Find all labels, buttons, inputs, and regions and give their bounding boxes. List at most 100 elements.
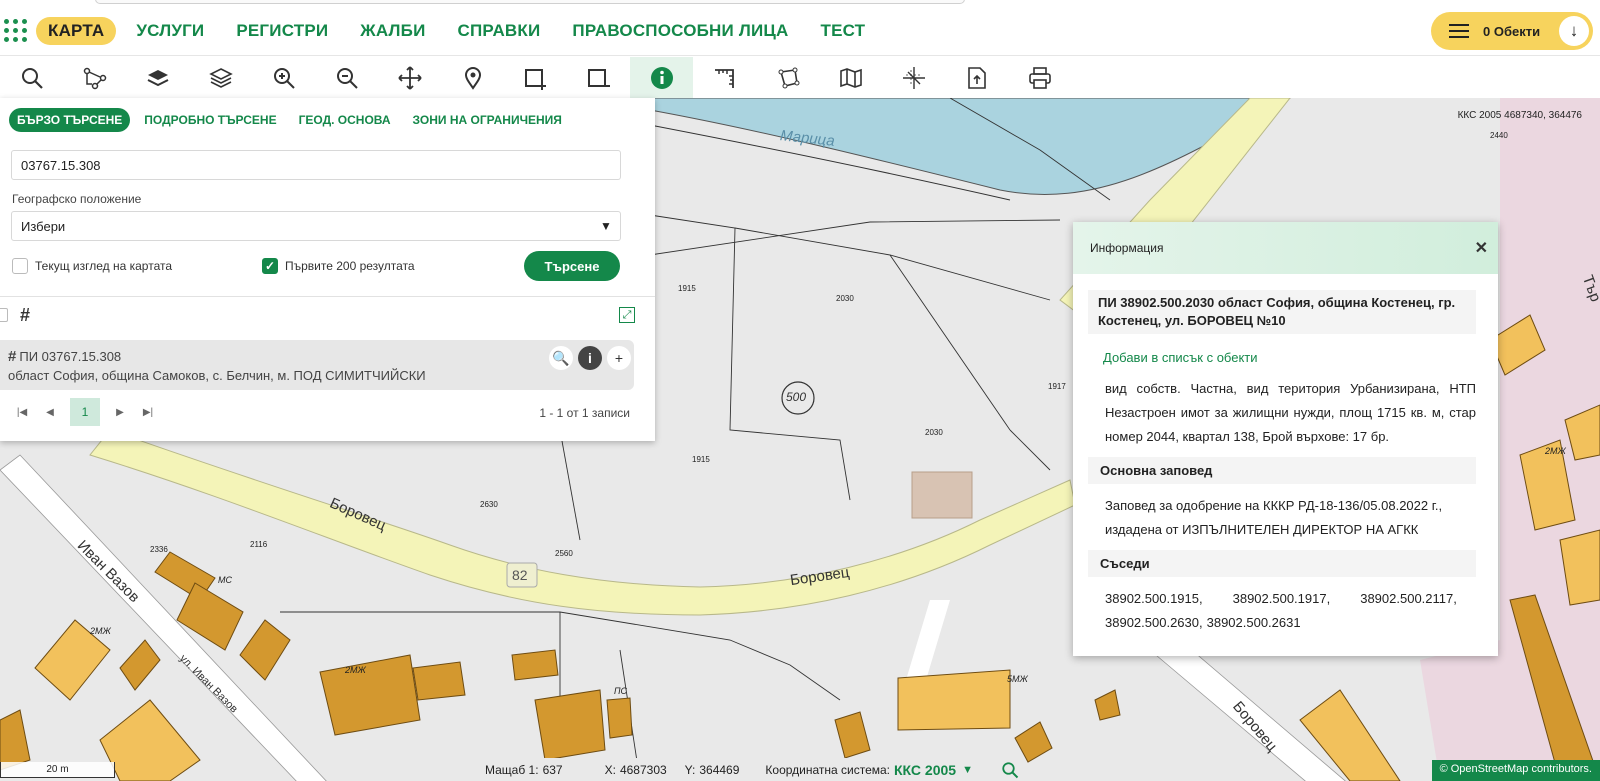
nav-item-references[interactable]: СПРАВКИ bbox=[458, 21, 541, 41]
add-area-icon[interactable] bbox=[504, 57, 567, 98]
prev-page-icon[interactable]: ◀ bbox=[36, 407, 64, 418]
result-item[interactable]: # ПИ 03767.15.308 област София, община Са… bbox=[0, 340, 634, 390]
nav-item-services[interactable]: УСЛУГИ bbox=[136, 21, 204, 41]
neighbor-parcel-link[interactable]: 38902.500.2117, bbox=[1360, 587, 1457, 611]
address-bar[interactable] bbox=[95, 0, 965, 4]
neighbor-parcel-link[interactable]: 38902.500.1915, bbox=[1105, 587, 1203, 611]
pan-icon[interactable] bbox=[378, 57, 441, 98]
first-200-label: Първите 200 резултата bbox=[285, 259, 415, 273]
crs-dropdown-icon[interactable]: ▼ bbox=[962, 764, 973, 776]
first-200-checkbox[interactable]: ✓ bbox=[262, 258, 278, 274]
search-input[interactable] bbox=[11, 150, 621, 180]
neighbor-parcel-link[interactable]: 38902.500.2630, bbox=[1105, 611, 1203, 635]
parcel-number: 1917 bbox=[1048, 382, 1066, 391]
nav-item-registers[interactable]: РЕГИСТРИ bbox=[236, 21, 328, 41]
geo-position-select[interactable]: Избери ▼ bbox=[11, 211, 621, 241]
expand-icon[interactable]: ⤢ bbox=[619, 307, 635, 323]
tab-geodetic-base[interactable]: ГЕОД. ОСНОВА bbox=[299, 113, 391, 127]
first-page-icon[interactable]: |◀ bbox=[8, 407, 36, 418]
order-heading: Основна заповед bbox=[1088, 457, 1476, 484]
info-popup-header: Информация ✕ bbox=[1073, 222, 1498, 274]
info-icon[interactable]: i bbox=[578, 346, 602, 370]
parcel-hash-icon: # bbox=[8, 348, 17, 365]
coordinate-readout: ККС 2005 4687340, 364476 bbox=[1457, 110, 1582, 121]
zoom-out-icon[interactable] bbox=[315, 57, 378, 98]
result-address: област София, община Самоков, с. Белчин,… bbox=[8, 368, 426, 383]
zoom-to-icon[interactable]: 🔍 bbox=[549, 346, 573, 370]
close-icon[interactable]: ✕ bbox=[1475, 238, 1488, 258]
arrow-down-icon[interactable]: ↓ bbox=[1559, 16, 1589, 46]
crs-select[interactable]: ККС 2005 bbox=[894, 762, 956, 778]
nav-item-complaints[interactable]: ЖАЛБИ bbox=[360, 21, 425, 41]
neighbors-list: 38902.500.1915, 38902.500.1917, 38902.50… bbox=[1105, 587, 1476, 635]
parcel-number: 2440 bbox=[1490, 131, 1508, 140]
parcel-number: 2630 bbox=[480, 500, 498, 509]
print-icon[interactable] bbox=[1008, 57, 1071, 98]
current-view-checkbox[interactable] bbox=[12, 258, 28, 274]
nav-item-test[interactable]: ТЕСТ bbox=[821, 21, 866, 41]
result-actions: 🔍 i + bbox=[549, 346, 631, 370]
add-to-list-link[interactable]: Добави в списък с обекти bbox=[1103, 350, 1498, 365]
map-attribution[interactable]: © OpenStreetMap contributors. bbox=[1431, 760, 1600, 781]
y-label: Y: bbox=[684, 762, 696, 777]
parcel-number: 2030 bbox=[836, 294, 854, 303]
map-icon[interactable] bbox=[819, 57, 882, 98]
search-tabs: БЪРЗО ТЪРСЕНЕ ПОДРОБНО ТЪРСЕНЕ ГЕОД. ОСН… bbox=[9, 108, 584, 132]
records-count: 1 - 1 от 1 записи bbox=[539, 406, 630, 420]
zoom-in-icon[interactable] bbox=[252, 57, 315, 98]
page-number[interactable]: 1 bbox=[70, 398, 100, 426]
route-icon[interactable] bbox=[63, 57, 126, 98]
first-200-option[interactable]: ✓ Първите 200 резултата bbox=[262, 258, 415, 274]
building-label: ПС bbox=[614, 686, 628, 696]
map-toolbar bbox=[0, 57, 1600, 98]
geo-position-value: Избери bbox=[21, 218, 66, 234]
current-view-label: Текущ изглед на картата bbox=[35, 259, 173, 273]
export-icon[interactable] bbox=[945, 57, 1008, 98]
scale-bar: 20 m bbox=[0, 762, 115, 778]
layer-single-icon[interactable] bbox=[126, 57, 189, 98]
tab-detailed-search[interactable]: ПОДРОБНО ТЪРСЕНЕ bbox=[144, 113, 276, 127]
geo-position-label: Географско положение bbox=[12, 192, 142, 206]
neighbors-heading: Съседи bbox=[1088, 550, 1476, 577]
x-label: X: bbox=[604, 762, 616, 777]
dropdown-arrow-icon[interactable]: ▼ bbox=[592, 212, 620, 240]
objects-count-label: 0 Обекти bbox=[1483, 23, 1541, 39]
nav-item-licensed-persons[interactable]: ПРАВОСПОСОБНИ ЛИЦА bbox=[572, 21, 788, 41]
current-view-option[interactable]: Текущ изглед на картата bbox=[12, 258, 172, 274]
add-icon[interactable]: + bbox=[607, 346, 631, 370]
neighbor-parcel-link[interactable]: 38902.500.1917, bbox=[1233, 587, 1331, 611]
result-title-text: ПИ 03767.15.308 bbox=[19, 349, 122, 364]
polygon-icon[interactable] bbox=[756, 57, 819, 98]
select-all-checkbox[interactable] bbox=[0, 308, 8, 322]
search-icon[interactable] bbox=[1001, 761, 1019, 779]
layers-icon[interactable] bbox=[189, 57, 252, 98]
zone-label: 500 bbox=[786, 390, 807, 404]
parcel-number: 2336 bbox=[150, 545, 168, 554]
scale-value[interactable]: 637 bbox=[543, 763, 563, 777]
parcel-hash-icon: # bbox=[20, 305, 31, 325]
road-number-label: 82 bbox=[512, 567, 528, 583]
scale-label: Мащаб 1: bbox=[485, 762, 539, 777]
result-title: # ПИ 03767.15.308 bbox=[8, 348, 121, 365]
apps-grid-icon[interactable] bbox=[4, 18, 28, 43]
building-label: 2МЖ bbox=[90, 626, 111, 636]
tab-quick-search[interactable]: БЪРЗО ТЪРСЕНЕ bbox=[9, 108, 131, 132]
objects-button[interactable]: 0 Обекти ↓ bbox=[1431, 12, 1593, 50]
last-page-icon[interactable]: ▶| bbox=[134, 407, 162, 418]
info-icon[interactable] bbox=[630, 57, 693, 98]
next-page-icon[interactable]: ▶ bbox=[106, 407, 134, 418]
remove-area-icon[interactable] bbox=[567, 57, 630, 98]
grid-icon[interactable] bbox=[882, 57, 945, 98]
search-icon[interactable] bbox=[0, 57, 63, 98]
marker-icon[interactable] bbox=[441, 57, 504, 98]
nav-item-map[interactable]: КАРТА bbox=[36, 16, 117, 45]
neighbor-parcel-link[interactable]: 38902.500.2631 bbox=[1207, 611, 1301, 635]
parcel-title: ПИ 38902.500.2030 област София, община К… bbox=[1088, 290, 1476, 334]
search-button[interactable]: Търсене bbox=[524, 251, 620, 281]
top-navigation: КАРТА УСЛУГИ РЕГИСТРИ ЖАЛБИ СПРАВКИ ПРАВ… bbox=[0, 6, 1600, 56]
x-value: 4687303 bbox=[619, 762, 667, 777]
parcel-number: 2560 bbox=[555, 549, 573, 558]
parcel-number: 1915 bbox=[692, 455, 710, 464]
measure-icon[interactable] bbox=[693, 57, 756, 98]
tab-restriction-zones[interactable]: ЗОНИ НА ОГРАНИЧЕНИЯ bbox=[413, 113, 562, 127]
